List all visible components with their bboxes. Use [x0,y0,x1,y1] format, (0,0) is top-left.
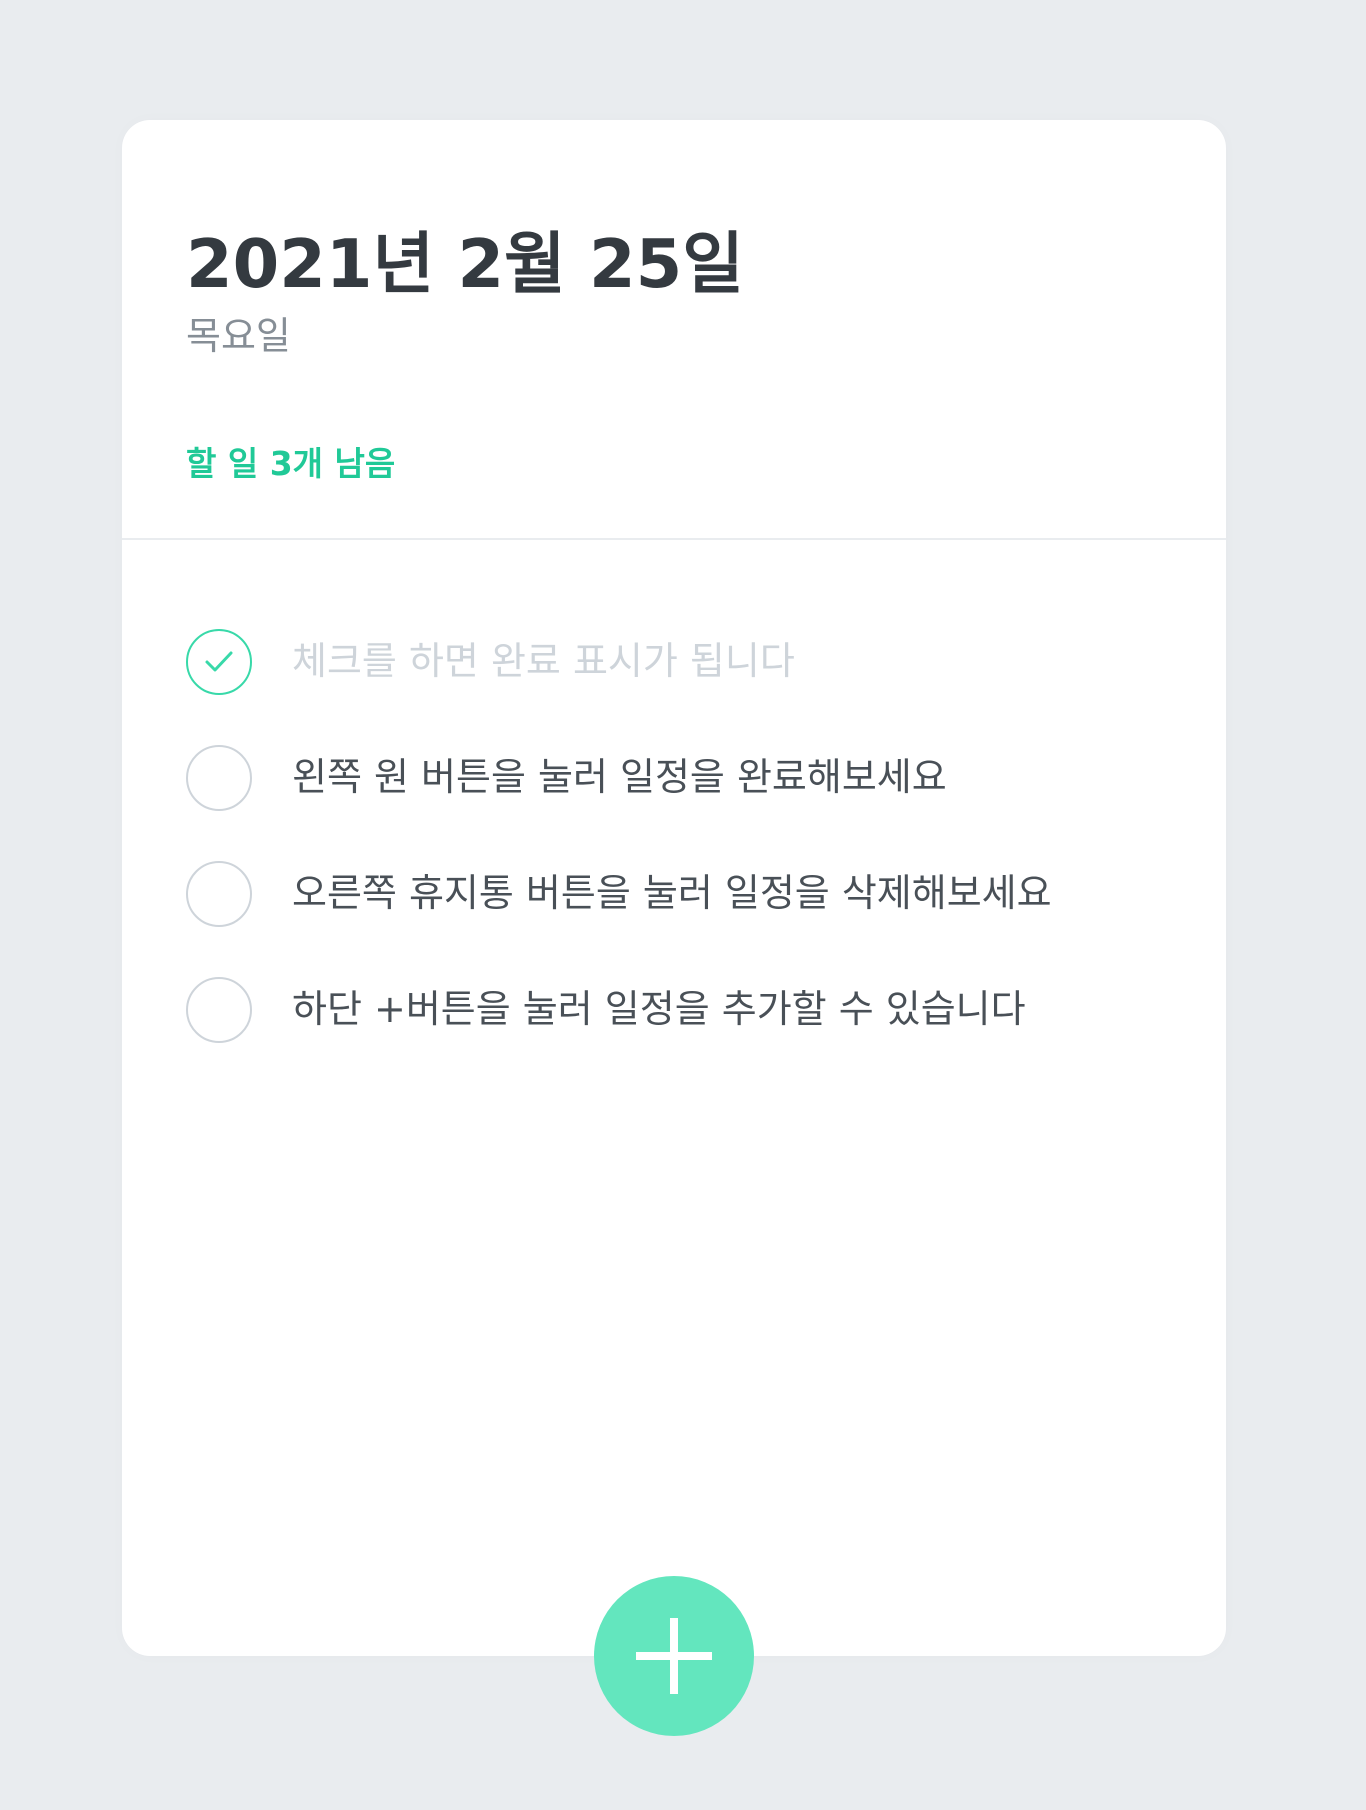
todo-item: 하단 +버튼을 눌러 일정을 추가할 수 있습니다 [186,952,1186,1068]
todo-check-button[interactable] [186,629,252,695]
todo-header: 2021년 2월 25일 목요일 할 일 3개 남음 [122,120,1226,540]
todo-card: 2021년 2월 25일 목요일 할 일 3개 남음 체크를 하면 완료 표시가… [122,120,1226,1656]
todo-text: 왼쪽 원 버튼을 눌러 일정을 완료해보세요 [292,755,947,800]
todo-check-button[interactable] [186,861,252,927]
tasks-left-count: 할 일 3개 남음 [186,444,396,483]
todo-item: 왼쪽 원 버튼을 눌러 일정을 완료해보세요 [186,720,1186,836]
plus-icon [636,1618,712,1694]
checkmark-icon [205,651,233,672]
todo-item: 오른쪽 휴지통 버튼을 눌러 일정을 삭제해보세요 [186,836,1186,952]
add-todo-button[interactable] [594,1576,754,1736]
todo-check-button[interactable] [186,745,252,811]
todo-item: 체크를 하면 완료 표시가 됩니다 [186,604,1186,720]
todo-list: 체크를 하면 완료 표시가 됩니다 왼쪽 원 버튼을 눌러 일정을 완료해보세요… [186,604,1186,1068]
todo-check-button[interactable] [186,977,252,1043]
todo-text: 오른쪽 휴지통 버튼을 눌러 일정을 삭제해보세요 [292,871,1052,916]
todo-text: 체크를 하면 완료 표시가 됩니다 [292,639,795,684]
todo-text: 하단 +버튼을 눌러 일정을 추가할 수 있습니다 [292,987,1026,1032]
weekday-label: 목요일 [186,314,291,358]
date-title: 2021년 2월 25일 [186,225,744,303]
